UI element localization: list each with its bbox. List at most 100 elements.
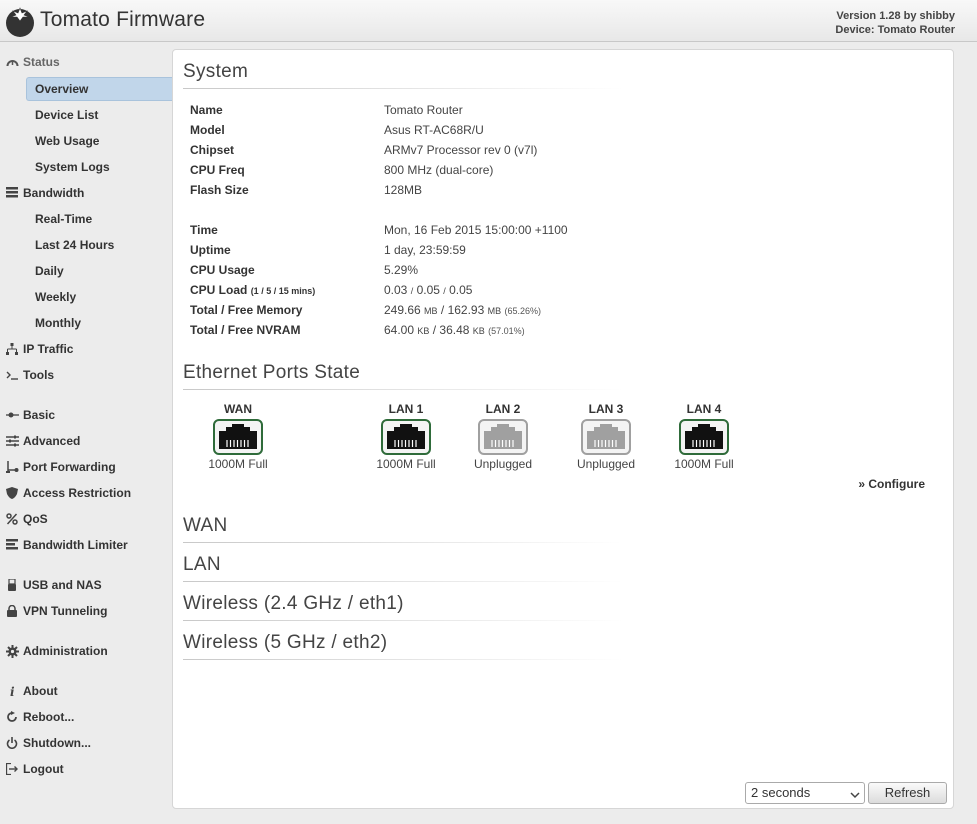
port-wan: WAN 1000M Full <box>198 401 278 471</box>
sidebar-item-label: Port Forwarding <box>23 460 116 474</box>
separator: / <box>443 286 446 296</box>
refresh-button[interactable]: Refresh <box>868 782 947 804</box>
sidebar-item-device-list[interactable]: Device List <box>26 103 172 127</box>
sidebar-item-label: Shutdown... <box>23 736 91 750</box>
mem-unit: MB <box>487 306 502 316</box>
sidebar-item-label: Access Restriction <box>23 486 132 500</box>
ethernet-port-icon <box>381 419 431 455</box>
power-icon <box>6 737 20 749</box>
info-row-model: Model Asus RT-AC68R/U <box>190 120 790 140</box>
info-label: CPU Load (1 / 5 / 15 mins) <box>190 280 315 301</box>
info-label: Chipset <box>190 143 235 157</box>
section-title-lan[interactable]: LAN <box>183 554 221 576</box>
section-title-wan[interactable]: WAN <box>183 515 228 537</box>
gauge-icon <box>6 56 20 68</box>
info-row-cpu-load: CPU Load (1 / 5 / 15 mins) 0.03 / 0.05 /… <box>190 280 790 300</box>
port-lan-2: LAN 2 Unplugged <box>463 401 543 471</box>
port-name: LAN 3 <box>588 402 624 416</box>
list-settings-icon <box>6 435 20 447</box>
usb-icon <box>6 579 20 591</box>
info-value: Mon, 16 Feb 2015 15:00:00 +1100 <box>384 223 568 237</box>
ethernet-port-icon <box>478 419 528 455</box>
app-header: Tomato Firmware Version 1.28 by shibby D… <box>0 0 977 42</box>
sidebar-item-label: VPN Tunneling <box>23 604 108 618</box>
port-forward-icon <box>6 461 20 473</box>
info-label: Total / Free Memory <box>190 303 303 317</box>
version-text: Version 1.28 by shibby <box>836 10 955 22</box>
info-row-uptime: Uptime 1 day, 23:59:59 <box>190 240 790 260</box>
port-name: LAN 1 <box>388 402 424 416</box>
info-icon: i <box>6 685 20 697</box>
info-value: 249.66 MB / 162.93 MB (65.26%) <box>384 300 541 321</box>
device-text: Device: Tomato Router <box>835 24 955 36</box>
section-divider <box>183 389 623 390</box>
info-row-cpu-freq: CPU Freq 800 MHz (dual-core) <box>190 160 790 180</box>
port-name: WAN <box>224 402 252 416</box>
shield-icon <box>6 487 20 499</box>
port-name: LAN 4 <box>686 402 722 416</box>
separator: / <box>410 286 414 296</box>
port-lan-1: LAN 1 1000M Full <box>366 401 446 471</box>
sidebar-item-system-logs[interactable]: System Logs <box>26 155 172 179</box>
info-label: Time <box>190 223 218 237</box>
sidebar-item-real-time[interactable]: Real-Time <box>26 207 172 231</box>
sidebar-item-monthly[interactable]: Monthly <box>26 311 172 335</box>
info-value: 0.03 / 0.05 / 0.05 <box>384 280 472 301</box>
nvram-total: 64.00 <box>384 323 415 337</box>
ethernet-port-icon <box>581 419 631 455</box>
sidebar-item-label: About <box>23 684 58 698</box>
sidebar-item-web-usage[interactable]: Web Usage <box>26 129 172 153</box>
info-row-chipset: Chipset ARMv7 Processor rev 0 (v7l) <box>190 140 790 160</box>
info-row-cpu-usage: CPU Usage 5.29% <box>190 260 790 280</box>
info-label: Name <box>190 103 223 117</box>
section-title-system[interactable]: System <box>183 61 248 83</box>
section-divider <box>183 88 623 89</box>
info-value: 800 MHz (dual-core) <box>384 163 494 177</box>
logout-icon <box>6 763 20 775</box>
info-value: Tomato Router <box>384 103 463 117</box>
info-value: ARMv7 Processor rev 0 (v7l) <box>384 143 538 157</box>
info-label: CPU Usage <box>190 263 255 277</box>
section-divider <box>183 620 623 621</box>
dot-line-icon <box>6 409 20 421</box>
ethernet-port-icon <box>213 419 263 455</box>
section-title-wireless-24[interactable]: Wireless (2.4 GHz / eth1) <box>183 593 404 615</box>
section-title-ethernet[interactable]: Ethernet Ports State <box>183 362 360 384</box>
info-label: Model <box>190 123 225 137</box>
sidebar-item-daily[interactable]: Daily <box>26 259 172 283</box>
info-label: Flash Size <box>190 183 249 197</box>
cpu-load-15: 0.05 <box>449 283 473 297</box>
nvram-free: 36.48 <box>439 323 470 337</box>
port-status: Unplugged <box>473 457 533 471</box>
refresh-interval-select[interactable]: 2 seconds <box>745 782 865 804</box>
info-value: 128MB <box>384 183 423 197</box>
section-title-wireless-5[interactable]: Wireless (5 GHz / eth2) <box>183 632 387 654</box>
sidebar-item-label: Basic <box>23 408 56 422</box>
mem-free: 162.93 <box>447 303 485 317</box>
sidebar-item-label: Status <box>23 55 60 69</box>
cpu-load-hint: (1 / 5 / 15 mins) <box>250 286 316 296</box>
sidebar-item-weekly[interactable]: Weekly <box>26 285 172 309</box>
app-title: Tomato Firmware <box>40 8 206 31</box>
limiter-bars-icon <box>6 539 20 551</box>
chevron-down-icon <box>850 787 860 807</box>
configure-link[interactable]: » Configure <box>858 477 925 491</box>
sidebar-item-label: QoS <box>23 512 48 526</box>
terminal-icon <box>6 369 20 381</box>
info-row-nvram: Total / Free NVRAM 64.00 KB / 36.48 KB (… <box>190 320 790 340</box>
sidebar-item-label: Advanced <box>23 434 81 448</box>
sidebar-item-overview[interactable]: Overview <box>26 77 172 101</box>
info-label: CPU Freq <box>190 163 245 177</box>
refresh-icon <box>6 711 20 723</box>
refresh-interval-value: 2 seconds <box>751 785 811 800</box>
cpu-load-1: 0.03 <box>384 283 408 297</box>
mem-percent: (65.26%) <box>504 306 541 316</box>
sidebar-item-label: USB and NAS <box>23 578 102 592</box>
port-name: LAN 2 <box>485 402 521 416</box>
sidebar-item-label: Administration <box>23 644 108 658</box>
info-row-name: Name Tomato Router <box>190 100 790 120</box>
info-value: 64.00 KB / 36.48 KB (57.01%) <box>384 320 525 341</box>
sidebar-item-last-24-hours[interactable]: Last 24 Hours <box>26 233 172 257</box>
info-label: Uptime <box>190 243 231 257</box>
separator: / <box>440 303 445 317</box>
